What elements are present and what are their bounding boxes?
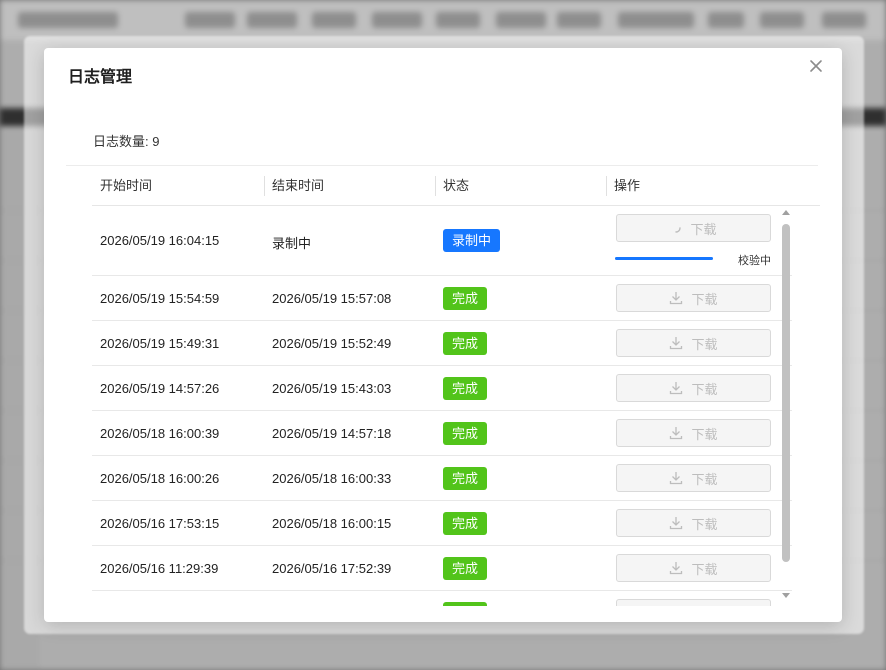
download-button[interactable]: 下载	[616, 464, 771, 492]
download-icon	[670, 472, 683, 485]
status-badge: 录制中	[443, 229, 501, 252]
download-button[interactable]: 下载	[616, 329, 771, 357]
status-badge: 完成	[443, 602, 488, 606]
table-row: 2026/05/19 15:54:59 2026/05/19 15:57:08 …	[92, 276, 792, 321]
loading-spinner-icon	[675, 227, 682, 233]
table-row: 2026/05/16 11:29:39 2026/05/16 17:52:39 …	[92, 546, 792, 591]
end-time-cell: 2026/05/19 15:43:03	[272, 381, 392, 396]
end-time-cell: 2026/05/16 17:52:39	[272, 561, 392, 576]
column-header-end-time: 结束时间	[264, 168, 428, 205]
status-badge: 完成	[443, 422, 488, 445]
status-badge: 完成	[443, 332, 488, 355]
table-scrollbar[interactable]	[780, 206, 792, 602]
start-time-cell: 2026/05/18 16:00:26	[100, 471, 220, 486]
start-time-cell: 2026/05/19 14:57:26	[100, 381, 220, 396]
scroll-up-arrow-icon[interactable]	[780, 206, 792, 218]
table-row: 2026/05/19 16:04:15 录制中 录制中 下载 校验中	[92, 206, 792, 276]
log-count: 日志数量: 9	[93, 134, 160, 149]
download-icon	[670, 337, 683, 350]
download-icon	[670, 517, 683, 530]
download-label: 下载	[691, 426, 718, 442]
close-button[interactable]	[806, 56, 826, 76]
start-time-cell: 2026/05/18 16:00:39	[100, 426, 220, 441]
download-button[interactable]: 下载	[616, 374, 771, 402]
column-header-status: 状态	[435, 168, 599, 205]
download-button[interactable]: 下载	[616, 419, 771, 447]
download-label: 下载	[691, 561, 718, 577]
download-button[interactable]: 下载	[616, 599, 771, 606]
verify-progress-fill	[615, 257, 713, 260]
start-time-cell: 2026/05/16 17:53:15	[100, 516, 220, 531]
end-time-cell: 2026/05/19 14:57:18	[272, 426, 392, 441]
status-badge: 完成	[443, 557, 488, 580]
table-header: 开始时间 结束时间 状态 操作	[92, 168, 820, 206]
table-row: 2026/05/18 16:00:39 2026/05/19 14:57:18 …	[92, 411, 792, 456]
download-button[interactable]: 下载	[616, 284, 771, 312]
download-label: 下载	[691, 604, 717, 607]
download-label: 下载	[691, 291, 718, 307]
table-row: 2026/05/19 14:57:26 2026/05/19 15:43:03 …	[92, 366, 792, 411]
start-time-cell: 2026/05/19 16:04:15	[100, 233, 220, 248]
dialog-title: 日志管理	[68, 69, 133, 86]
divider	[66, 165, 818, 166]
scroll-down-arrow-icon[interactable]	[780, 590, 792, 602]
verify-progress-bar	[615, 257, 713, 260]
close-icon	[810, 60, 822, 72]
table-row: 2026/05/16 17:53:15 2026/05/18 16:00:15 …	[92, 501, 792, 546]
status-badge: 完成	[443, 467, 488, 490]
verify-status-text: 校验中	[738, 255, 771, 267]
end-time-cell: 2026/05/18 16:00:15	[272, 516, 392, 531]
download-icon	[670, 382, 683, 395]
start-time-cell: 2026/05/16 11:29:39	[100, 561, 219, 576]
end-time-cell: 2026/05/18 16:00:33	[272, 471, 392, 486]
end-time-cell: 2026/05/19 15:57:08	[272, 291, 392, 306]
download-button[interactable]: 下载	[616, 214, 771, 242]
download-label: 下载	[691, 471, 718, 487]
download-icon	[670, 562, 683, 575]
scrollbar-thumb[interactable]	[782, 224, 790, 562]
status-badge: 完成	[443, 377, 488, 400]
log-management-dialog: 日志管理 日志数量: 9 开始时间 结束时间 状态 操作 2026/05/19 …	[44, 48, 842, 622]
status-badge: 完成	[443, 287, 488, 310]
download-icon	[670, 427, 683, 440]
download-icon	[670, 292, 683, 305]
download-button[interactable]: 下载	[616, 509, 771, 537]
table-row: 2026/05/18 16:00:26 2026/05/18 16:00:33 …	[92, 456, 792, 501]
download-label: 下载	[690, 221, 717, 237]
table-row: 2026/05/19 15:49:31 2026/05/19 15:52:49 …	[92, 321, 792, 366]
status-badge: 完成	[443, 512, 488, 535]
table-row: 完成 下载	[92, 591, 792, 606]
download-label: 下载	[691, 381, 718, 397]
column-header-actions: 操作	[606, 168, 770, 205]
log-table-body: 2026/05/19 16:04:15 录制中 录制中 下载 校验中 2026/…	[92, 206, 792, 606]
download-label: 下载	[691, 336, 718, 352]
start-time-cell: 2026/05/19 15:49:31	[100, 336, 220, 351]
column-header-start-time: 开始时间	[100, 178, 153, 193]
end-time-cell: 2026/05/19 15:52:49	[272, 336, 392, 351]
end-time-cell: 录制中	[272, 236, 312, 251]
start-time-cell: 2026/05/19 15:54:59	[100, 291, 220, 306]
download-button[interactable]: 下载	[616, 554, 771, 582]
download-label: 下载	[691, 516, 718, 532]
